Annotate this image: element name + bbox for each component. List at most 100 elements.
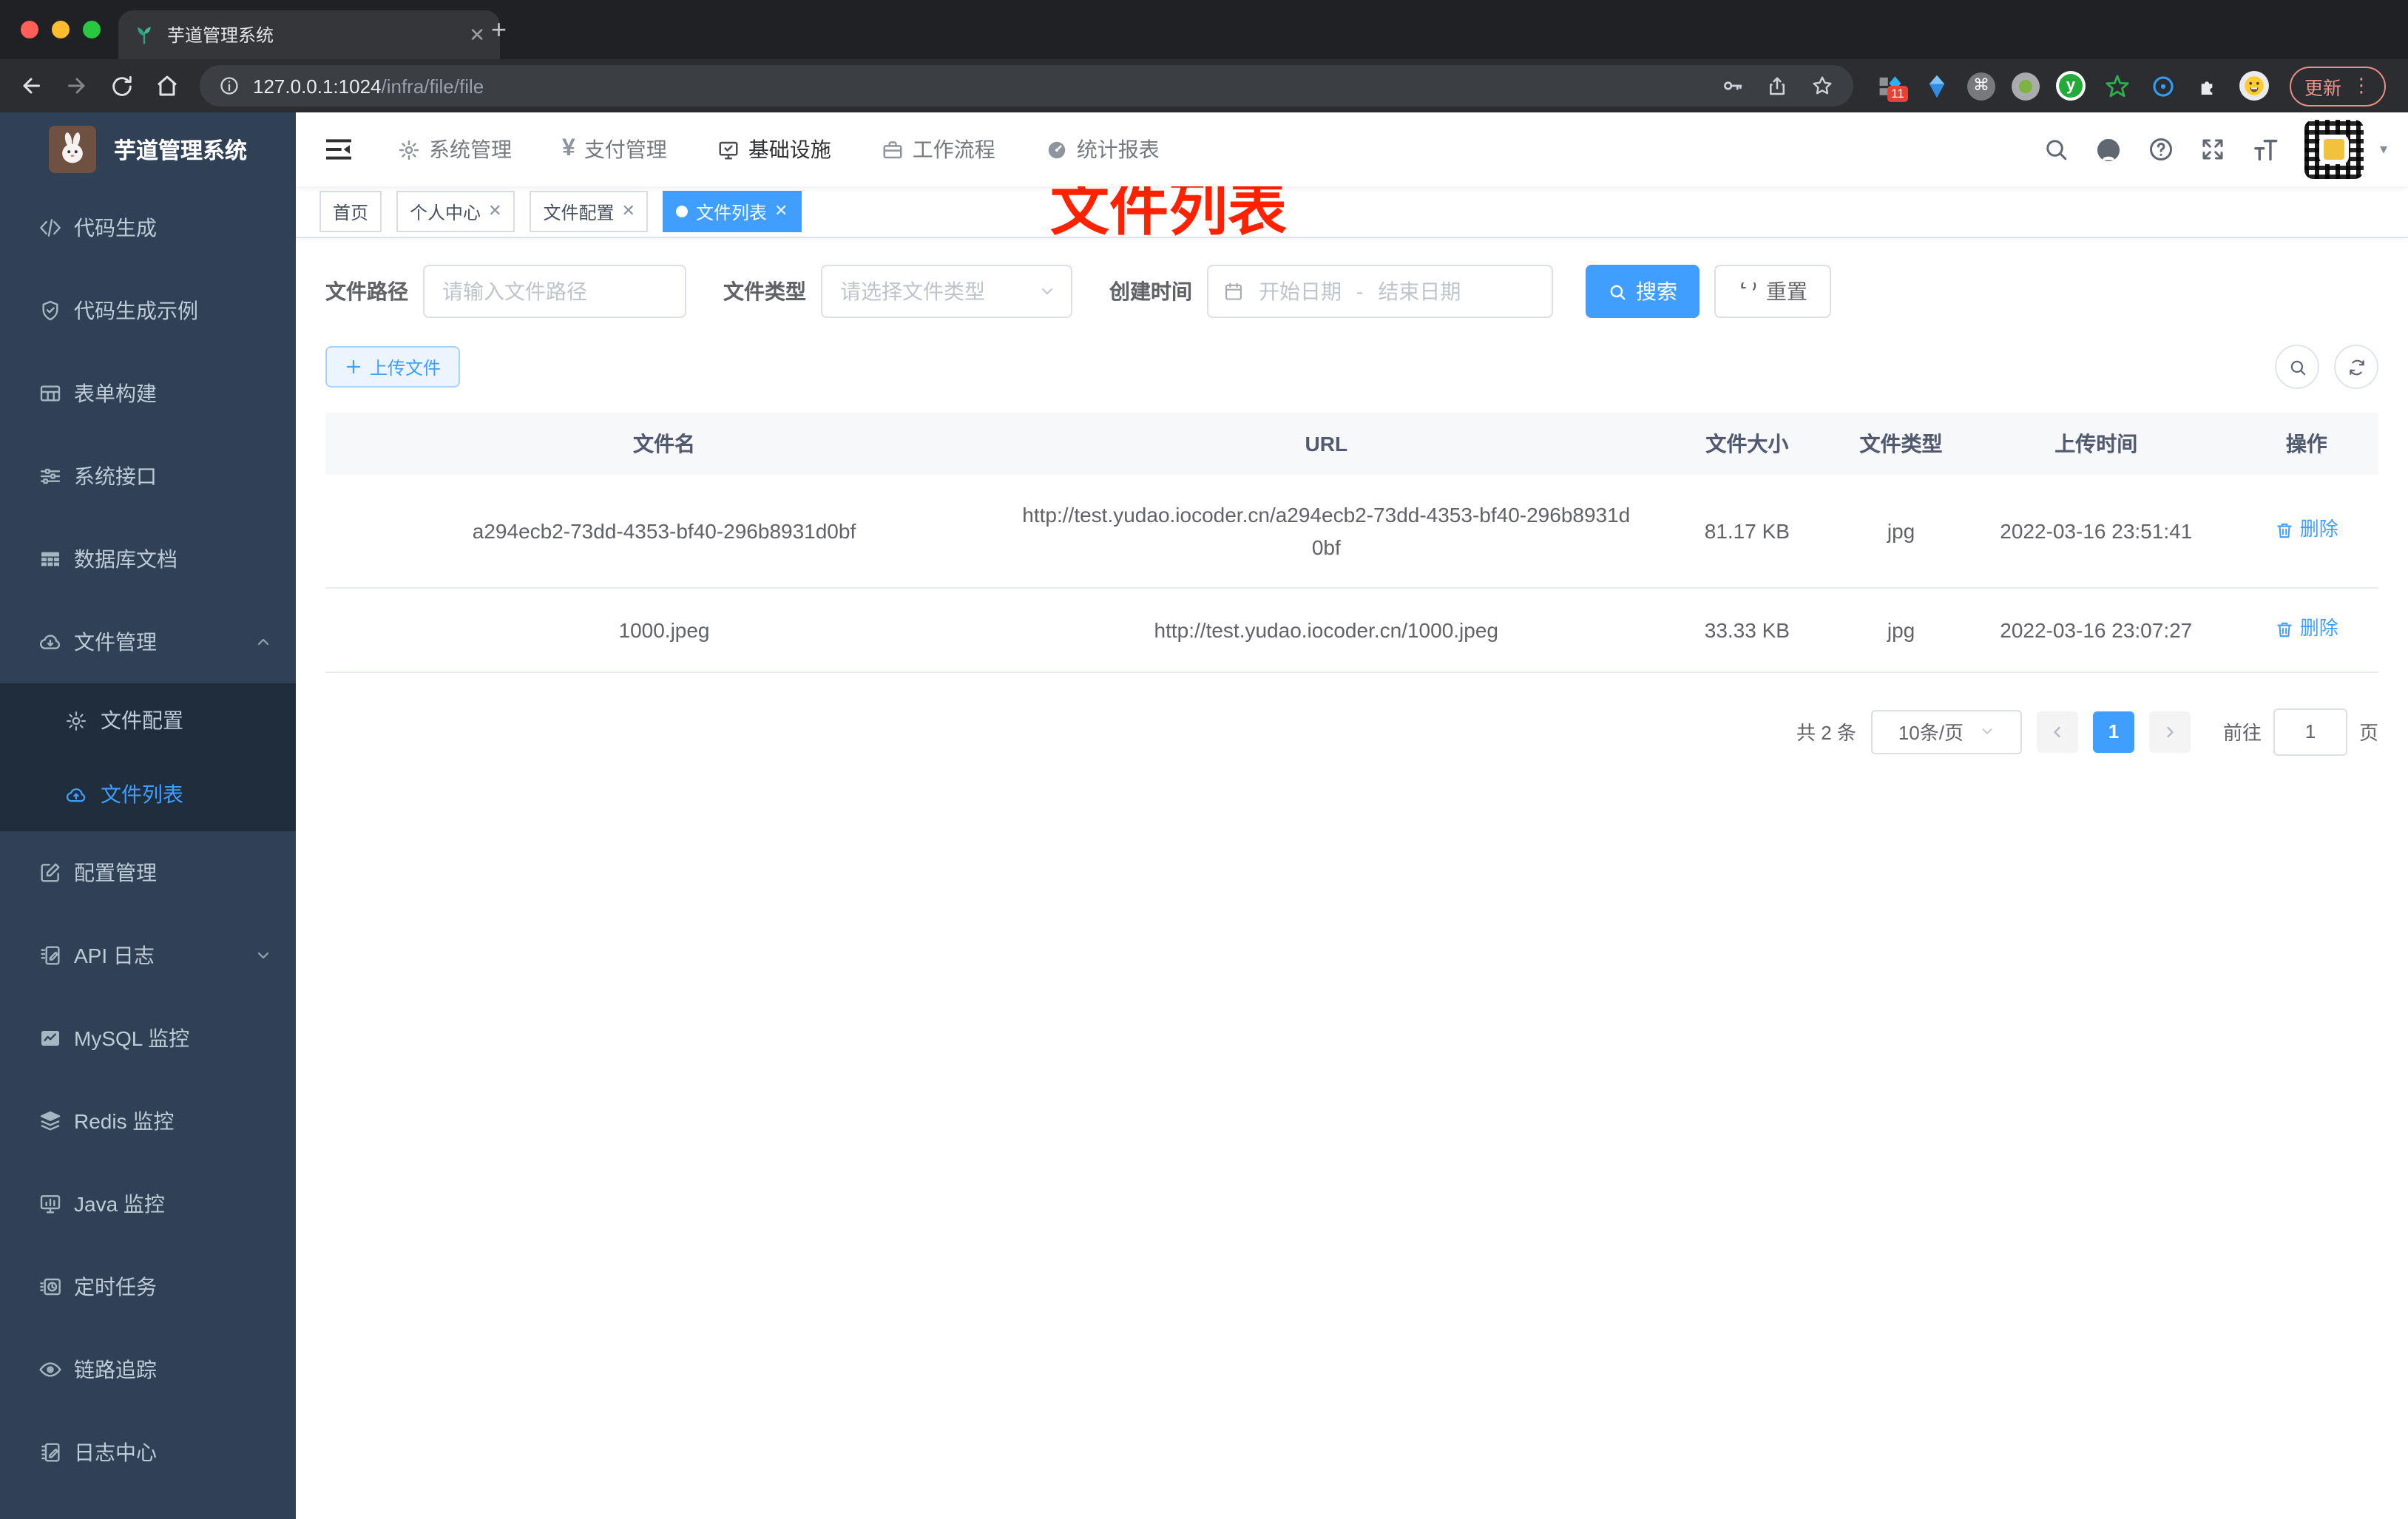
search-button[interactable]: 搜索	[1586, 265, 1700, 318]
close-icon[interactable]: ✕	[488, 203, 501, 220]
sidebar-item-system-api[interactable]: 系统接口	[0, 435, 296, 518]
avatar-caret-icon[interactable]: ▾	[2380, 141, 2387, 158]
top-nav-reports[interactable]: 统计报表	[1021, 112, 1185, 186]
prev-page-button[interactable]	[2036, 711, 2078, 752]
window-controls	[21, 21, 101, 38]
sliders-icon	[38, 464, 62, 488]
share-icon[interactable]	[1766, 75, 1788, 97]
site-info-icon[interactable]	[219, 75, 240, 96]
extension-command-icon[interactable]: ⌘	[1967, 72, 1995, 100]
forward-icon[interactable]	[64, 72, 90, 99]
extension-kite-icon[interactable]	[1921, 71, 1951, 101]
github-icon[interactable]	[2094, 135, 2123, 163]
sidebar-item-log-center[interactable]: 日志中心	[0, 1411, 296, 1494]
sidebar-item-db-doc[interactable]: 数据库文档	[0, 518, 296, 601]
file-path-input[interactable]	[423, 265, 686, 318]
omnibox-actions	[1720, 74, 1834, 98]
top-nav-infrastructure[interactable]: 基础设施	[692, 112, 856, 186]
sidebar-item-trace[interactable]: 链路追踪	[0, 1328, 296, 1411]
form-grid-icon	[38, 382, 62, 405]
file-table: 文件名 URL 文件大小 文件类型 上传时间 操作 a294ecb2-73dd-…	[325, 413, 2378, 672]
cell-file-size: 33.33 KB	[1649, 588, 1845, 672]
col-url: URL	[1003, 413, 1650, 475]
sidebar-item-file-management[interactable]: 文件管理	[0, 601, 296, 683]
extension-blue-eye-icon[interactable]	[2148, 71, 2177, 101]
header-search-icon[interactable]	[2043, 136, 2069, 163]
refresh-table-icon[interactable]	[2334, 345, 2378, 389]
sidebar-item-file-config[interactable]: 文件配置	[0, 683, 296, 757]
user-qr-avatar[interactable]	[2304, 120, 2364, 179]
goto-page-input[interactable]	[2273, 708, 2347, 755]
cell-upload-time: 2022-03-16 23:51:41	[1957, 475, 2235, 589]
reset-button[interactable]: 重置	[1714, 265, 1831, 318]
sidebar-item-java-monitor[interactable]: Java 监控	[0, 1163, 296, 1245]
col-file-size: 文件大小	[1649, 413, 1845, 475]
close-icon[interactable]: ✕	[622, 203, 635, 220]
url-bar[interactable]: 127.0.0.1:1024/infra/file/file	[200, 65, 1853, 106]
page-size-select[interactable]: 10条/页	[1870, 709, 2022, 754]
briefcase-icon	[882, 138, 904, 160]
zoom-window-button[interactable]	[83, 21, 101, 38]
sidebar-item-redis-monitor[interactable]: Redis 监控	[0, 1080, 296, 1163]
upload-file-button[interactable]: 上传文件	[325, 346, 461, 388]
password-key-icon[interactable]	[1720, 74, 1744, 98]
current-page-button[interactable]: 1	[2092, 711, 2134, 752]
tab-close-icon[interactable]: ✕	[469, 25, 485, 44]
col-file-name: 文件名	[325, 413, 1004, 475]
table-header-row: 文件名 URL 文件大小 文件类型 上传时间 操作	[325, 413, 2378, 475]
sidebar-item-code-generation[interactable]: 代码生成	[0, 186, 296, 269]
bookmark-star-icon[interactable]	[1810, 74, 1834, 98]
app-logo[interactable]: 芋道管理系统	[0, 112, 296, 186]
reload-icon[interactable]	[109, 73, 135, 98]
browser-tab[interactable]: 芋道管理系统 ✕	[118, 10, 500, 59]
search-icon	[1608, 282, 1627, 301]
browser-menu-icon[interactable]: ⋮	[2352, 74, 2371, 98]
tag-file-list[interactable]: 文件列表 ✕	[663, 191, 802, 232]
yen-icon: ¥	[562, 136, 575, 161]
browser-update-button[interactable]: 更新 ⋮	[2290, 66, 2387, 106]
next-page-button[interactable]	[2148, 711, 2191, 752]
back-icon[interactable]	[18, 72, 44, 99]
sidebar-item-api-log[interactable]: API 日志	[0, 914, 296, 997]
profile-emoji-avatar[interactable]	[2239, 71, 2269, 101]
home-icon[interactable]	[154, 72, 180, 99]
pagination: 共 2 条 10条/页 1 前往 页	[325, 708, 2378, 755]
url-text: 127.0.0.1:1024/infra/file/file	[253, 75, 484, 97]
delete-link[interactable]: 删除	[2275, 612, 2338, 645]
tag-home[interactable]: 首页	[319, 191, 382, 232]
sidebar-item-config-management[interactable]: 配置管理	[0, 831, 296, 914]
date-range-picker[interactable]: 开始日期 - 结束日期	[1207, 265, 1553, 318]
page-content: 文件路径 文件类型 请选择文件类型 创建时间	[296, 238, 2408, 1519]
app-title: 芋道管理系统	[114, 138, 248, 163]
sidebar-item-form-builder[interactable]: 表单构建	[0, 352, 296, 435]
tag-file-config[interactable]: 文件配置 ✕	[530, 191, 649, 232]
show-search-toggle-icon[interactable]	[2275, 345, 2319, 389]
extension-green-dot-icon[interactable]	[2012, 72, 2040, 100]
file-type-select[interactable]: 请选择文件类型	[821, 265, 1072, 318]
gear-icon	[65, 709, 89, 731]
close-icon[interactable]: ✕	[774, 203, 788, 220]
sidebar-item-file-list[interactable]: 文件列表	[0, 757, 296, 831]
font-size-icon[interactable]	[2251, 137, 2279, 162]
menu-fold-icon[interactable]	[324, 135, 354, 164]
top-nav: 系统管理 ¥ 支付管理 基础设施 工作流程 统计报表	[373, 112, 1185, 186]
top-nav-system[interactable]: 系统管理	[373, 112, 537, 186]
fullscreen-icon[interactable]	[2199, 136, 2226, 163]
app-header: 系统管理 ¥ 支付管理 基础设施 工作流程 统计报表 ▾	[296, 112, 2408, 186]
cell-url: http://test.yudao.iocoder.cn/1000.jpeg	[1003, 588, 1650, 672]
sidebar-item-scheduled-tasks[interactable]: 定时任务	[0, 1245, 296, 1328]
top-nav-payment[interactable]: ¥ 支付管理	[537, 112, 692, 186]
help-icon[interactable]	[2148, 136, 2174, 163]
tag-profile[interactable]: 个人中心 ✕	[396, 191, 515, 232]
minimize-window-button[interactable]	[52, 21, 70, 38]
extensions-puzzle-icon[interactable]	[2194, 71, 2223, 101]
extension-y-icon[interactable]: y	[2056, 71, 2086, 101]
extension-green-star-icon[interactable]	[2102, 71, 2131, 101]
sidebar-item-code-example[interactable]: 代码生成示例	[0, 269, 296, 352]
close-window-button[interactable]	[21, 21, 38, 38]
new-tab-button[interactable]: +	[491, 13, 507, 46]
delete-link[interactable]: 删除	[2275, 514, 2338, 547]
sidebar-item-mysql-monitor[interactable]: MySQL 监控	[0, 997, 296, 1080]
top-nav-workflow[interactable]: 工作流程	[856, 112, 1021, 186]
extension-blocks-icon[interactable]: 11	[1876, 71, 1908, 101]
